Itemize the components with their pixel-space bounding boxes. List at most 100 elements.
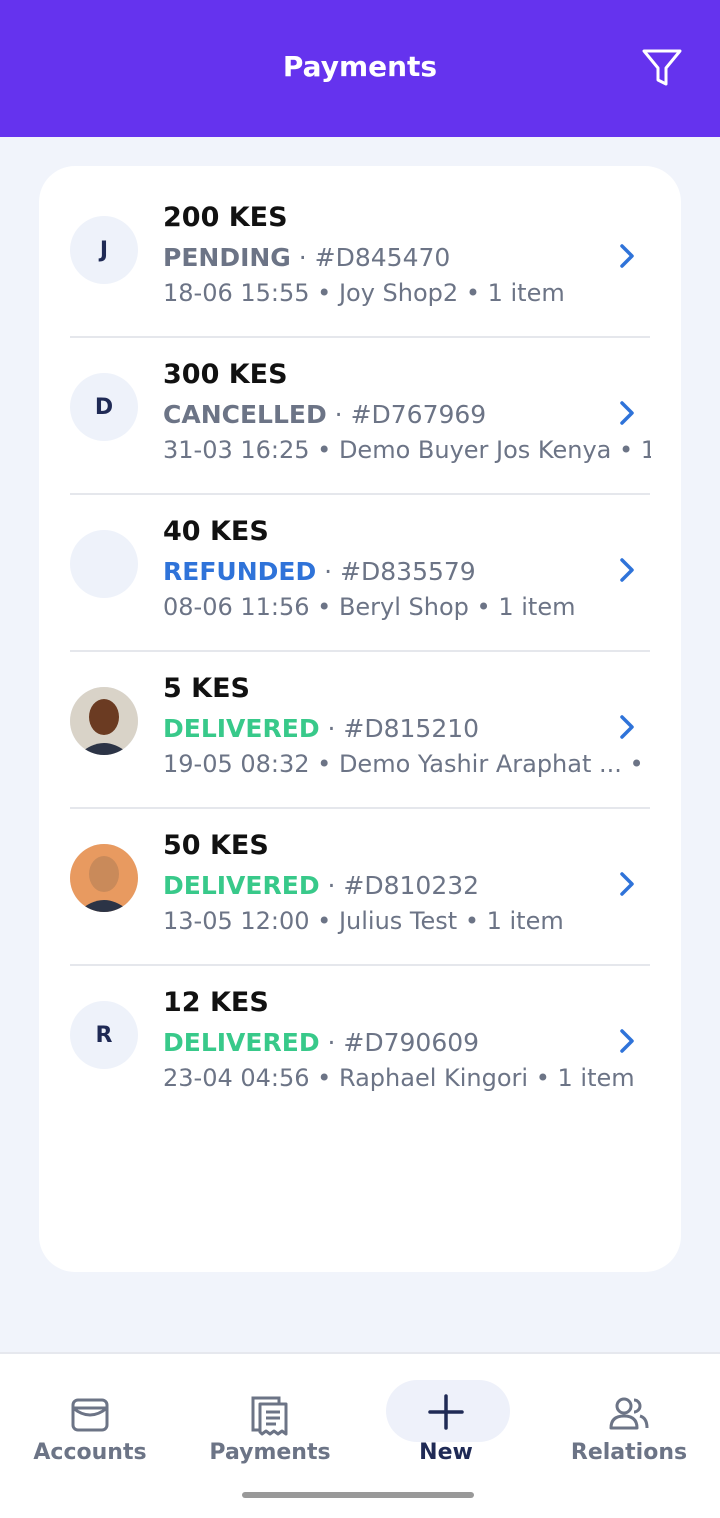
separator: • — [309, 593, 339, 621]
avatar-photo — [70, 687, 138, 755]
status-badge: DELIVERED — [163, 1028, 320, 1057]
separator: • — [309, 907, 339, 935]
separator: • — [468, 593, 499, 621]
nav-label: Payments — [209, 1440, 331, 1465]
payment-party: Beryl Shop — [338, 593, 469, 621]
avatar — [70, 530, 138, 598]
status-badge: CANCELLED — [163, 400, 327, 429]
status-line: DELIVERED · #D810232 — [163, 871, 479, 900]
payment-row[interactable]: R 12 KES DELIVERED · #D790609 23-04 04:56 •… — [39, 966, 681, 1123]
chevron-right-icon[interactable] — [617, 712, 639, 742]
payment-date: 08-06 11:56 — [163, 593, 310, 621]
payment-id: #D790609 — [343, 1028, 480, 1057]
payment-meta: 31-03 16:25 • Demo Buyer Jos Kenya • 1 i… — [163, 436, 651, 464]
payment-party: Demo Buyer Jos Kenya — [338, 436, 612, 464]
separator: • — [309, 750, 339, 778]
chevron-right-icon[interactable] — [617, 1026, 639, 1056]
payment-items: 1 item — [557, 1064, 635, 1092]
payment-row[interactable]: 40 KES REFUNDED · #D835579 08-06 11:56 • B… — [39, 495, 681, 652]
separator: · — [290, 243, 315, 272]
payment-id: #D845470 — [314, 243, 451, 272]
payment-meta: 13-05 12:00 • Julius Test • 1 item — [163, 907, 651, 935]
payment-row[interactable]: J 200 KES PENDING · #D845470 18-06 15:55 • … — [39, 181, 681, 338]
payment-items: 1 item — [486, 907, 564, 935]
plus-icon — [428, 1394, 464, 1430]
avatar: R — [70, 1001, 138, 1069]
status-badge: PENDING — [163, 243, 291, 272]
status-line: DELIVERED · #D815210 — [163, 714, 479, 743]
separator: • — [458, 279, 488, 307]
separator: • — [621, 750, 644, 778]
payment-date: 18-06 15:55 — [163, 279, 310, 307]
payment-meta: 08-06 11:56 • Beryl Shop • 1 item — [163, 593, 651, 621]
status-badge: DELIVERED — [163, 714, 320, 743]
payment-date: 31-03 16:25 — [163, 436, 310, 464]
status-badge: REFUNDED — [163, 557, 317, 586]
nav-new[interactable]: New — [356, 1354, 536, 1474]
separator: • — [611, 436, 641, 464]
payment-id: #D835579 — [340, 557, 476, 586]
separator: • — [309, 1064, 339, 1092]
payment-date: 19-05 08:32 — [163, 750, 310, 778]
receipt-icon — [251, 1396, 288, 1436]
payment-meta: 19-05 08:32 • Demo Yashir Araphat ... • — [163, 750, 651, 778]
chevron-right-icon[interactable] — [617, 869, 639, 899]
status-line: CANCELLED · #D767969 — [163, 400, 486, 429]
nav-payments[interactable]: Payments — [180, 1354, 360, 1474]
payment-row[interactable]: D 300 KES CANCELLED · #D767969 31-03 16:25 … — [39, 338, 681, 495]
status-line: PENDING · #D845470 — [163, 243, 450, 272]
payment-date: 13-05 12:00 — [163, 907, 310, 935]
payment-meta: 18-06 15:55 • Joy Shop2 • 1 item — [163, 279, 651, 307]
payments-list: J 200 KES PENDING · #D845470 18-06 15:55 • … — [39, 166, 681, 1272]
payment-id: #D767969 — [350, 400, 487, 429]
payment-party: Raphael Kingori — [338, 1064, 529, 1092]
filter-icon[interactable] — [640, 46, 684, 90]
nav-label: Relations — [570, 1440, 688, 1465]
payment-amount: 40 KES — [163, 516, 269, 547]
payment-row[interactable]: 50 KES DELIVERED · #D810232 13-05 12:00 • … — [39, 809, 681, 966]
separator: • — [528, 1064, 558, 1092]
separator: · — [326, 400, 351, 429]
payment-id: #D815210 — [343, 714, 480, 743]
chevron-right-icon[interactable] — [617, 241, 639, 271]
payment-party: Demo Yashir Araphat ... — [338, 750, 622, 778]
avatar-photo — [70, 844, 138, 912]
payment-party: Joy Shop2 — [338, 279, 459, 307]
app-header: Payments — [0, 0, 720, 137]
separator: • — [457, 907, 487, 935]
chevron-right-icon[interactable] — [617, 398, 639, 428]
payment-party: Julius Test — [338, 907, 458, 935]
payment-items: 1 item — [487, 279, 565, 307]
avatar: D — [70, 373, 138, 441]
separator: · — [319, 871, 344, 900]
payment-items: 1 item — [640, 436, 651, 464]
separator: • — [309, 436, 339, 464]
separator: · — [316, 557, 341, 586]
payment-items: 1 item — [498, 593, 576, 621]
page-title: Payments — [282, 50, 438, 83]
nav-label: New — [419, 1440, 473, 1465]
nav-label: Accounts — [33, 1440, 147, 1465]
payment-meta: 23-04 04:56 • Raphael Kingori • 1 item — [163, 1064, 651, 1092]
wallet-icon — [71, 1398, 109, 1432]
people-icon — [609, 1397, 649, 1430]
payment-amount: 12 KES — [163, 987, 269, 1018]
payment-amount: 50 KES — [163, 830, 269, 861]
status-line: REFUNDED · #D835579 — [163, 557, 476, 586]
nav-relations[interactable]: Relations — [539, 1354, 719, 1474]
separator: • — [309, 279, 339, 307]
payment-amount: 300 KES — [163, 359, 288, 390]
payment-row[interactable]: 5 KES DELIVERED · #D815210 19-05 08:32 • D… — [39, 652, 681, 809]
payment-date: 23-04 04:56 — [163, 1064, 310, 1092]
nav-accounts[interactable]: Accounts — [0, 1354, 180, 1474]
status-line: DELIVERED · #D790609 — [163, 1028, 479, 1057]
home-indicator — [242, 1492, 474, 1498]
payment-amount: 200 KES — [163, 202, 288, 233]
payment-amount: 5 KES — [163, 673, 250, 704]
avatar: J — [70, 216, 138, 284]
chevron-right-icon[interactable] — [617, 555, 639, 585]
status-badge: DELIVERED — [163, 871, 320, 900]
payment-id: #D810232 — [343, 871, 480, 900]
separator: · — [319, 714, 344, 743]
separator: · — [319, 1028, 344, 1057]
